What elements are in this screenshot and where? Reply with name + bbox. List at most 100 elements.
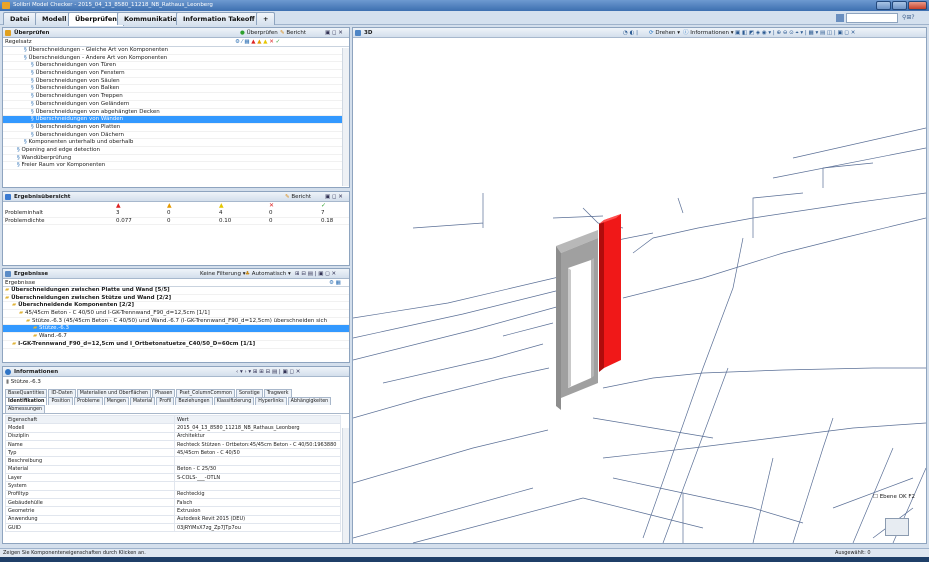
property-value: Autodesk Revit 2015 (DEU): [174, 514, 341, 524]
info-tab[interactable]: Beziehungen: [175, 397, 213, 405]
summary-value: 0: [167, 217, 171, 224]
passed-icon: ✓: [321, 202, 327, 209]
navigation-cube-icon[interactable]: [885, 518, 909, 536]
tab-add[interactable]: +: [256, 12, 276, 25]
ruleset-row[interactable]: § Opening and edge detection: [3, 147, 349, 155]
filter-dropdown[interactable]: Keine Filterung ▾: [200, 269, 245, 279]
ruleset-row[interactable]: § Überschneidungen von Platten: [3, 124, 349, 132]
info-tab[interactable]: Phasen: [152, 389, 176, 397]
tab-information-takeoff[interactable]: Information Takeoff: [176, 12, 262, 25]
info-tab[interactable]: Position: [48, 397, 74, 405]
info-tab[interactable]: Material: [129, 397, 156, 405]
ruleset-row[interactable]: § Komponenten unterhalb und oberhalb: [3, 139, 349, 147]
view3d-toolbar-icons[interactable]: ▣ ◧ ◩ ◈ ◉ ▾ | ⊕ ⊖ ⊙ ⌖ ▾ | ▦ ▾ ▤ ◫ | ▣ ◻ …: [735, 28, 855, 38]
status-message: Zeigen Sie Komponenteneigenschaften durc…: [3, 550, 146, 556]
property-row[interactable]: Name Rechteck Stützen - Ortbeton:45/45cm …: [5, 439, 341, 450]
property-name: Material: [5, 464, 175, 475]
property-row[interactable]: Material Beton - C 25/30: [5, 464, 341, 475]
maximize-button[interactable]: [892, 1, 907, 10]
ruleset-row[interactable]: § Überschneidungen von Dächern: [3, 132, 349, 140]
property-row[interactable]: System: [5, 481, 341, 491]
ruleset-row[interactable]: § Überschneidungen von Wänden: [3, 116, 349, 124]
rule-label: Überschneidungen von Dächern: [35, 131, 125, 138]
info-tab[interactable]: Hyperlinks: [255, 397, 287, 405]
info-nav-controls[interactable]: ‹ ▾ › ▾ ⊞ ⊞ ⊟ ▤ | ▣ ◻ ✕: [236, 367, 300, 377]
ruleset-row[interactable]: § Freier Raum vor Komponenten: [3, 162, 349, 170]
result-label: Stütze.-6.3: [38, 325, 70, 332]
info-subject: ▮ Stütze.-6.3: [3, 377, 349, 388]
info-tab[interactable]: Probleme: [74, 397, 103, 405]
app-icon: [2, 2, 10, 9]
property-value: [174, 481, 341, 491]
floor-toggle[interactable]: ☐ Ebene OK F2: [873, 494, 915, 500]
ruleset-row[interactable]: § Wandüberprüfung: [3, 155, 349, 163]
ruleset-row[interactable]: § Überschneidungen von Türen: [3, 62, 349, 71]
result-row[interactable]: ▰ Überschneidende Komponenten [2/2]: [3, 302, 349, 311]
info-tab[interactable]: Mengen: [103, 397, 129, 405]
check-scrollbar[interactable]: [342, 48, 349, 186]
info-tab[interactable]: BaseQuantities: [5, 389, 48, 397]
result-row[interactable]: ▰ Stütze.-6.3: [3, 325, 349, 334]
tab-ueberpruefen[interactable]: Überprüfen: [68, 12, 124, 26]
rotate-dropdown[interactable]: ⟳ Drehen ▾: [649, 28, 680, 38]
help-icon[interactable]: ⚲⊞?: [902, 14, 926, 22]
info-tab[interactable]: Abhängigkeiten: [287, 397, 332, 405]
3d-viewport[interactable]: [353, 38, 926, 544]
result-row[interactable]: ▰ 45/45cm Beton - C 40/50 und I-GK-Trenn…: [3, 310, 349, 318]
results-column-icons: ⚙ ▦: [329, 280, 341, 286]
info-panel: Informationen ‹ ▾ › ▾ ⊞ ⊞ ⊟ ▤ | ▣ ◻ ✕ ▮ …: [2, 366, 350, 544]
info-tab[interactable]: Pset_ColumnCommon: [176, 389, 235, 397]
ruleset-row[interactable]: § Überschneidungen von Treppen: [3, 93, 349, 101]
property-row[interactable]: Typ 45/45cm Beton - C 40/50: [5, 448, 341, 458]
view3d-nav-icons[interactable]: ◔ ◐ |: [623, 28, 638, 38]
layout-icon[interactable]: [836, 14, 844, 22]
ruleset-row[interactable]: § Überschneidungen von Fenstern: [3, 70, 349, 78]
info-tab[interactable]: Identifikation: [5, 397, 48, 405]
summary-panel: Ergebnisübersicht ✎ Bericht ▣ ◻ ✕ ▲ ▲ ▲ …: [2, 191, 350, 266]
ruleset-row[interactable]: § Überschneidungen von Balken: [3, 85, 349, 94]
result-row[interactable]: ▰ Überschneidungen zwischen Platte und W…: [3, 287, 349, 295]
summary-row-label: Probleminhalt: [5, 210, 44, 216]
result-label: Überschneidungen zwischen Platte und Wan…: [11, 287, 170, 293]
report-button[interactable]: ✎ Bericht: [280, 28, 306, 38]
info-tab[interactable]: Tragwerk: [263, 389, 292, 397]
floor-checkbox[interactable]: ☐: [873, 494, 878, 500]
info-tab[interactable]: Materialien und Oberflächen: [76, 389, 152, 397]
info-tab[interactable]: Abmessungen: [5, 405, 46, 413]
floor-label: Ebene OK F2: [879, 494, 916, 500]
result-row[interactable]: ▰ Stütze.-6.3 (45/45cm Beton - C 40/50) …: [3, 318, 349, 326]
info-subject-label: Stütze.-6.3: [10, 379, 41, 385]
result-label: I-GK-Trennwand_F90_d=12,5cm und I_Ortbet…: [18, 340, 256, 347]
minimize-button[interactable]: [876, 1, 891, 10]
property-row[interactable]: GUID 03jRYiMsX7zg_Zp7JTp7ou: [5, 522, 341, 533]
property-row[interactable]: Disziplin Architektur: [5, 431, 341, 441]
info-tab[interactable]: Profil: [156, 397, 175, 405]
result-row[interactable]: ▰ Wand.-6.7: [3, 333, 349, 341]
info-tab[interactable]: Sonstige: [235, 389, 263, 397]
ruleset-row[interactable]: § Überschneidungen von Geländern: [3, 101, 349, 109]
info-scrollbar[interactable]: [342, 428, 349, 543]
panel-window-controls[interactable]: ▣ ◻ ✕: [325, 28, 343, 38]
summary-report-button[interactable]: ✎ Bericht: [285, 192, 311, 202]
search-input[interactable]: [846, 13, 898, 23]
info-tab[interactable]: Klassifizierung: [213, 397, 255, 405]
result-row[interactable]: ▰ I-GK-Trennwand_F90_d=12,5cm und I_Ortb…: [3, 341, 349, 349]
property-row[interactable]: Gebäudehülle Falsch: [5, 497, 341, 508]
property-row[interactable]: Modell 2015_04_13_8580_11218_NB_Rathaus_L…: [5, 423, 341, 433]
information-icon: ⓘ: [683, 30, 689, 36]
property-row[interactable]: Layer S-COLS-___-OTLN: [5, 473, 341, 483]
information-dropdown[interactable]: ⓘ Informationen ▾: [683, 28, 734, 38]
property-row[interactable]: Beschreibung: [5, 456, 341, 466]
summary-window-controls[interactable]: ▣ ◻ ✕: [325, 192, 343, 202]
property-row[interactable]: Anwendung Autodesk Revit 2015 (DEU): [5, 514, 341, 524]
info-tab[interactable]: ID-Daten: [48, 389, 76, 397]
property-row[interactable]: Geometrie Extrusion: [5, 506, 341, 516]
results-window-controls[interactable]: ⊞ ⊟ ▤ | ▣ ◻ ✕: [295, 269, 336, 279]
close-window-button[interactable]: [908, 1, 927, 10]
run-check-button[interactable]: ● Überprüfen: [240, 28, 278, 38]
auto-dropdown[interactable]: ♣ Automatisch ▾: [245, 269, 291, 279]
tab-datei[interactable]: Datei: [3, 12, 37, 25]
property-row[interactable]: Profiltyp Rechteckig: [5, 489, 341, 499]
ruleset-row[interactable]: § Überschneidungen - Gleiche Art von Kom…: [3, 47, 349, 55]
property-name: Anwendung: [5, 514, 175, 524]
